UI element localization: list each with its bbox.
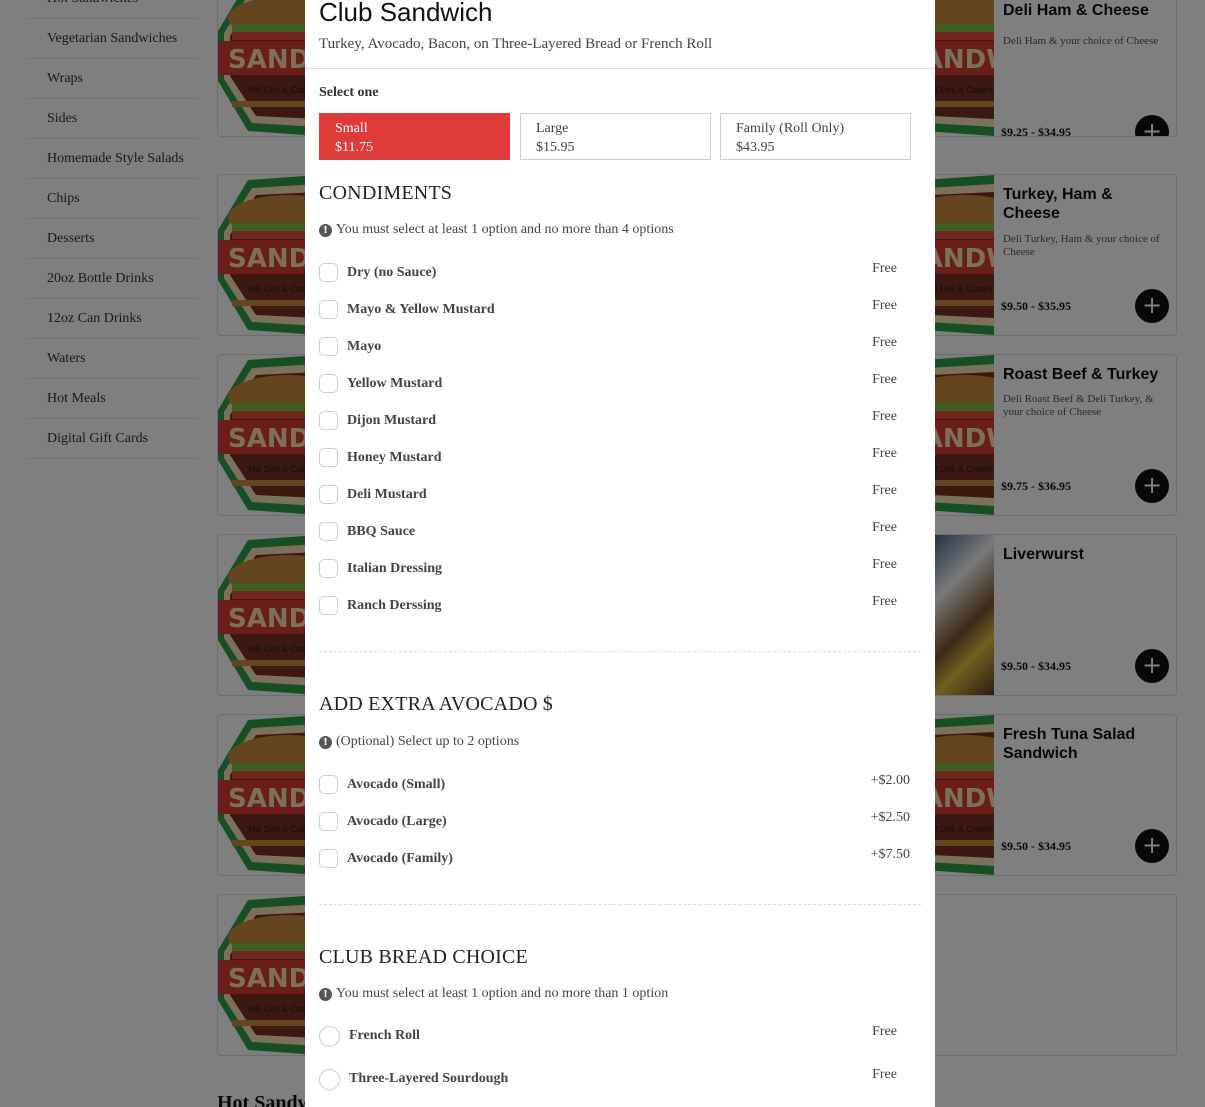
- checkbox[interactable]: [319, 522, 338, 541]
- option-label: Mayo: [347, 339, 382, 354]
- modal-header: Club Sandwich Turkey, Avocado, Bacon, on…: [305, 0, 935, 69]
- bread-option-row[interactable]: Three-Layered Sourdough Free: [319, 1066, 909, 1092]
- section-divider: [319, 651, 921, 652]
- info-icon: !: [319, 736, 332, 749]
- checkbox[interactable]: [319, 812, 338, 831]
- size-option-large[interactable]: Large $15.95: [520, 113, 711, 160]
- bread-note: ! You must select at least 1 option and n…: [319, 986, 668, 1002]
- option-price: Free: [872, 557, 897, 572]
- checkbox[interactable]: [319, 849, 338, 868]
- condiments-option-row[interactable]: BBQ Sauce Free: [319, 519, 909, 545]
- condiments-option-row[interactable]: Italian Dressing Free: [319, 556, 909, 582]
- condiments-option-row[interactable]: Dry (no Sauce) Free: [319, 260, 909, 286]
- checkbox[interactable]: [319, 411, 338, 430]
- option-label: Dry (no Sauce): [347, 265, 437, 280]
- checkbox[interactable]: [319, 374, 338, 393]
- condiments-option-row[interactable]: Yellow Mustard Free: [319, 371, 909, 397]
- option-label: BBQ Sauce: [347, 524, 416, 539]
- size-name: Small: [335, 121, 368, 136]
- condiments-option-row[interactable]: Mayo Free: [319, 334, 909, 360]
- option-price: +$2.50: [870, 810, 910, 825]
- option-price: Free: [872, 409, 897, 424]
- checkbox[interactable]: [319, 596, 338, 615]
- condiments-note-text: You must select at least 1 option and no…: [336, 222, 674, 237]
- option-price: Free: [872, 335, 897, 350]
- size-price: $43.95: [736, 140, 775, 155]
- checkbox[interactable]: [319, 485, 338, 504]
- option-price: Free: [872, 1067, 897, 1082]
- avocado-option-row[interactable]: Avocado (Large) +$2.50: [319, 809, 910, 835]
- modal-subtitle: Turkey, Avocado, Bacon, on Three-Layered…: [319, 36, 713, 52]
- option-label: Avocado (Family): [347, 851, 453, 866]
- size-name: Family (Roll Only): [736, 121, 845, 136]
- option-label: Avocado (Large): [347, 814, 447, 829]
- condiments-option-row[interactable]: Honey Mustard Free: [319, 445, 909, 471]
- option-price: Free: [872, 520, 897, 535]
- info-icon: !: [319, 224, 332, 237]
- size-price: $15.95: [536, 140, 575, 155]
- size-select-label: Select one: [319, 85, 379, 100]
- condiments-option-row[interactable]: Deli Mustard Free: [319, 482, 909, 508]
- info-icon: !: [319, 988, 332, 1001]
- option-price: Free: [872, 1024, 897, 1039]
- option-label: Ranch Derssing: [347, 598, 442, 613]
- checkbox[interactable]: [319, 300, 338, 319]
- option-price: Free: [872, 483, 897, 498]
- option-label: Dijon Mustard: [347, 413, 437, 428]
- condiments-option-row[interactable]: Mayo & Yellow Mustard Free: [319, 297, 909, 323]
- avocado-title: ADD EXTRA AVOCADO $: [319, 693, 554, 715]
- condiments-note: ! You must select at least 1 option and n…: [319, 222, 674, 238]
- condiments-option-row[interactable]: Ranch Derssing Free: [319, 593, 909, 619]
- checkbox[interactable]: [319, 263, 338, 282]
- option-label: Deli Mustard: [347, 487, 427, 502]
- option-label: Mayo & Yellow Mustard: [347, 302, 495, 317]
- option-label: Avocado (Small): [347, 777, 446, 792]
- size-option-small[interactable]: Small $11.75: [319, 113, 510, 160]
- avocado-note: ! (Optional) Select up to 2 options: [319, 734, 519, 750]
- avocado-note-text: (Optional) Select up to 2 options: [336, 734, 520, 749]
- option-price: Free: [872, 446, 897, 461]
- checkbox[interactable]: [319, 775, 338, 794]
- option-price: Free: [872, 298, 897, 313]
- avocado-option-row[interactable]: Avocado (Family) +$7.50: [319, 846, 910, 872]
- option-label: French Roll: [349, 1028, 420, 1043]
- checkbox[interactable]: [319, 337, 338, 356]
- option-label: Honey Mustard: [347, 450, 442, 465]
- option-price: +$2.00: [870, 773, 910, 788]
- size-option-family[interactable]: Family (Roll Only) $43.95: [720, 113, 911, 160]
- option-label: Three-Layered Sourdough: [349, 1071, 509, 1086]
- option-label: Yellow Mustard: [347, 376, 443, 391]
- condiments-option-row[interactable]: Dijon Mustard Free: [319, 408, 909, 434]
- option-price: Free: [872, 594, 897, 609]
- size-name: Large: [536, 121, 569, 136]
- option-price: Free: [872, 372, 897, 387]
- bread-option-row[interactable]: French Roll Free: [319, 1023, 909, 1049]
- modal-title: Club Sandwich: [319, 0, 493, 27]
- checkbox[interactable]: [319, 448, 338, 467]
- condiments-title: CONDIMENTS: [319, 182, 453, 204]
- section-divider: [319, 904, 921, 905]
- item-options-modal: Club Sandwich Turkey, Avocado, Bacon, on…: [305, 0, 935, 1107]
- radio-button[interactable]: [319, 1026, 340, 1047]
- size-price: $11.75: [335, 140, 373, 155]
- avocado-option-row[interactable]: Avocado (Small) +$2.00: [319, 772, 910, 798]
- bread-note-text: You must select at least 1 option and no…: [336, 986, 669, 1001]
- option-label: Italian Dressing: [347, 561, 443, 576]
- option-price: Free: [872, 261, 897, 276]
- radio-button[interactable]: [319, 1069, 340, 1090]
- bread-title: CLUB BREAD CHOICE: [319, 946, 528, 968]
- option-price: +$7.50: [870, 847, 910, 862]
- checkbox[interactable]: [319, 559, 338, 578]
